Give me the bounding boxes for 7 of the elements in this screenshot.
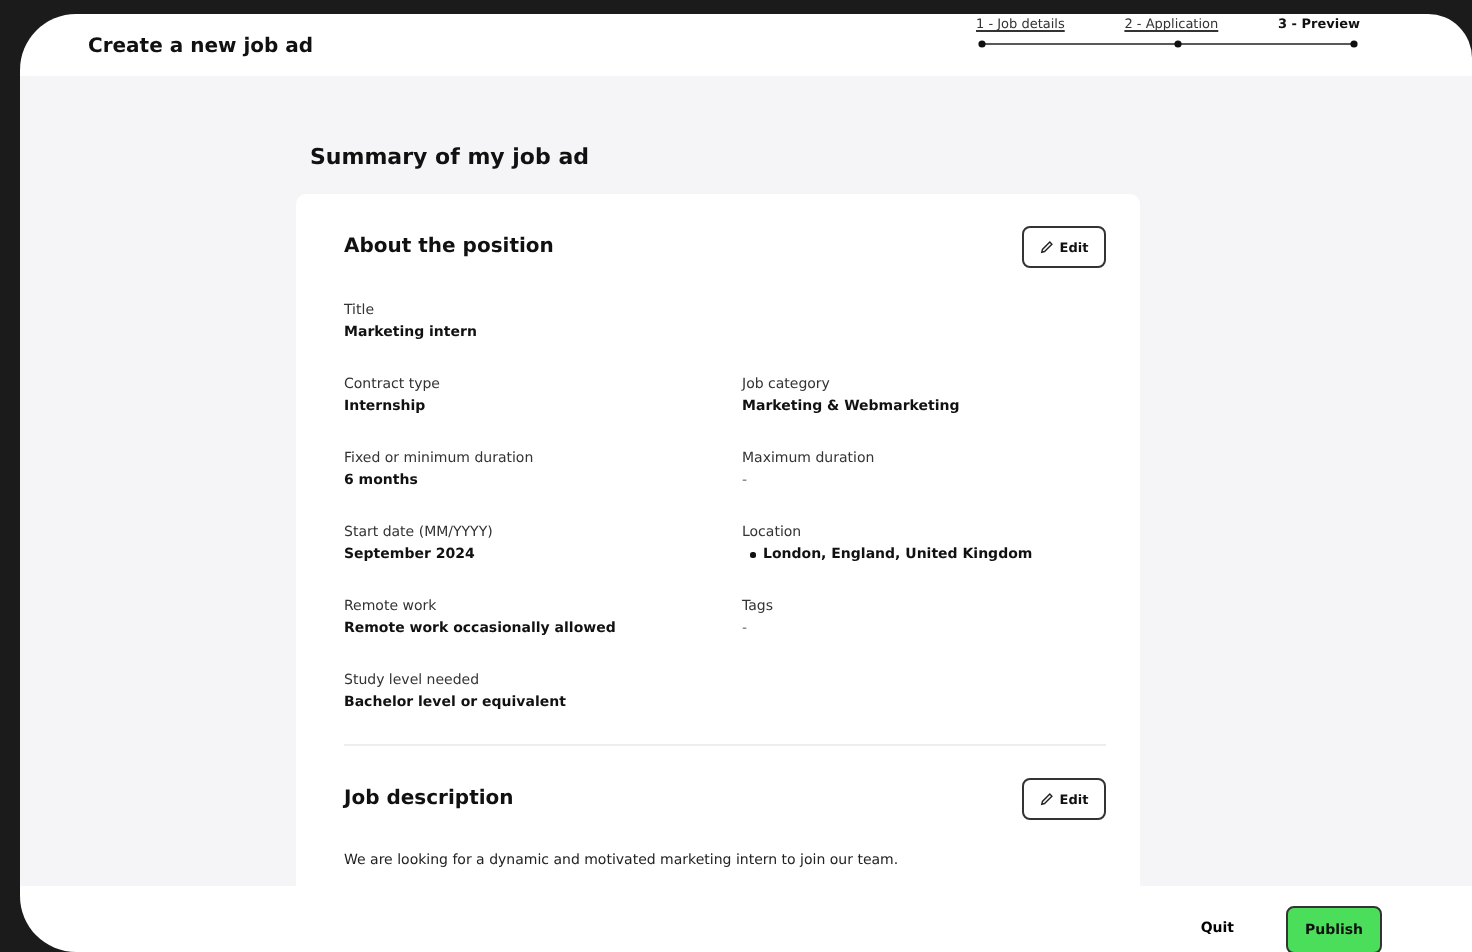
bullet-icon <box>750 552 755 558</box>
summary-title: Summary of my job ad <box>310 144 591 170</box>
pencil-icon <box>1039 240 1054 254</box>
section-title: Job description <box>344 788 514 810</box>
page-heading: Create a new job ad <box>88 36 314 58</box>
section-title: About the position <box>344 236 554 258</box>
pencil-icon <box>1039 792 1054 806</box>
